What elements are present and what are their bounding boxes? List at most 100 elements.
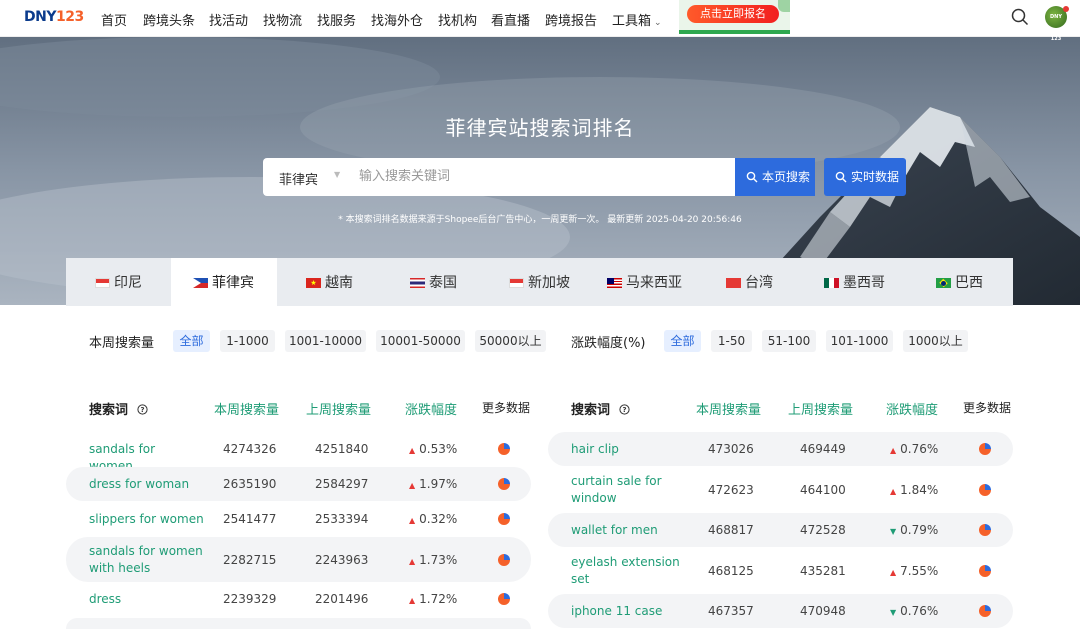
nav-item-services[interactable]: 找服务 [317, 10, 356, 29]
country-select[interactable]: 菲律宾 [279, 169, 318, 188]
chart-pie-icon[interactable] [498, 593, 510, 605]
table-row[interactable]: eyelash extension set 468125 435281 ▲7.5… [548, 548, 1013, 593]
chart-pie-icon[interactable] [498, 554, 510, 566]
nav-item-toolbox[interactable]: 工具箱⌄ [612, 10, 662, 29]
keyword-link[interactable]: sandals for women with heels [89, 543, 204, 577]
chart-pie-icon[interactable] [979, 484, 991, 496]
tab-label: 越南 [325, 275, 353, 291]
this-week-value: 472623 [708, 483, 754, 497]
tab-malaysia[interactable]: 马来西亚 [592, 258, 699, 306]
this-week-value: 467357 [708, 604, 754, 618]
tab-brazil[interactable]: 巴西 [910, 258, 1013, 306]
help-icon[interactable]: ? [137, 404, 148, 415]
keyword-link[interactable]: dress [89, 591, 199, 608]
tab-vietnam[interactable]: ★ 越南 [277, 258, 382, 306]
philippines-flag-icon [193, 278, 208, 288]
this-week-header[interactable]: 本周搜索量 [696, 399, 761, 418]
search-icon [835, 171, 847, 183]
volume-filter-50000-plus[interactable]: 50000以上 [475, 330, 546, 352]
country-tabs: 印尼 菲律宾 ★ 越南 泰国 新加坡 马来西亚 台湾 墨西哥 巴西 [66, 258, 1013, 306]
nav-item-events[interactable]: 找活动 [209, 10, 248, 29]
chart-pie-icon[interactable] [498, 513, 510, 525]
help-icon[interactable]: ? [619, 404, 630, 415]
change-value: ▲0.32% [409, 512, 457, 526]
last-week-value: 435281 [800, 564, 846, 578]
nav-item-live[interactable]: 看直播 [491, 10, 530, 29]
tab-taiwan[interactable]: 台湾 [699, 258, 804, 306]
nav-item-institutions[interactable]: 找机构 [438, 10, 477, 29]
change-filter-all[interactable]: 全部 [664, 330, 701, 352]
nav-item-reports[interactable]: 跨境报告 [545, 10, 597, 29]
page-title: 菲律宾站搜索词排名 [0, 112, 1080, 141]
volume-filter-all[interactable]: 全部 [173, 330, 210, 352]
tab-singapore[interactable]: 新加坡 [487, 258, 592, 306]
tab-label: 马来西亚 [626, 275, 682, 291]
register-now-button[interactable]: 点击立即报名 [687, 5, 779, 23]
tab-thailand[interactable]: 泰国 [382, 258, 487, 306]
change-header[interactable]: 涨跌幅度 [405, 399, 457, 418]
nav-item-home[interactable]: 首页 [101, 10, 127, 29]
keyword-link[interactable]: hair clip [571, 441, 681, 458]
thailand-flag-icon [410, 278, 425, 288]
chart-pie-icon[interactable] [979, 565, 991, 577]
arrow-down-icon: ▼ [890, 608, 896, 617]
keyword-header: 搜索词 ? [89, 399, 148, 418]
nav-item-headlines[interactable]: 跨境头条 [143, 10, 195, 29]
change-header[interactable]: 涨跌幅度 [886, 399, 938, 418]
last-week-header[interactable]: 上周搜索量 [306, 399, 371, 418]
volume-filter-1-1000[interactable]: 1-1000 [220, 330, 275, 352]
page-search-button[interactable]: 本页搜索 [735, 158, 815, 196]
chart-pie-icon[interactable] [979, 605, 991, 617]
chart-pie-icon[interactable] [498, 478, 510, 490]
keyword-link[interactable]: wallet for men [571, 522, 681, 539]
promo-banner[interactable]: 点击立即报名 [679, 0, 790, 34]
table-row[interactable]: wallet for men 468817 472528 ▼0.79% [548, 513, 1013, 547]
site-logo[interactable]: DNY123 [24, 9, 84, 25]
table-row[interactable]: sandals for women 4274326 4251840 ▲0.53% [66, 432, 531, 466]
svg-text:?: ? [140, 406, 144, 414]
vietnam-flag-icon: ★ [306, 278, 321, 288]
chart-pie-icon[interactable] [979, 443, 991, 455]
change-filter-101-1000[interactable]: 101-1000 [826, 330, 893, 352]
keyword-link[interactable]: slippers for women [89, 511, 214, 528]
last-week-value: 472528 [800, 523, 846, 537]
keyword-link[interactable]: iphone 11 case [571, 603, 681, 620]
caret-down-icon[interactable]: ▼ [334, 170, 340, 179]
change-filter-1000-plus[interactable]: 1000以上 [903, 330, 968, 352]
change-value: ▼0.79% [890, 523, 938, 537]
chart-pie-icon[interactable] [979, 524, 991, 536]
change-filter-label: 涨跌幅度(%) [571, 332, 646, 351]
volume-filter-1001-10000[interactable]: 1001-10000 [285, 330, 366, 352]
table-row[interactable]: dress 2239329 2201496 ▲1.72% [66, 583, 531, 617]
this-week-header[interactable]: 本周搜索量 [214, 399, 279, 418]
arrow-up-icon: ▲ [409, 596, 415, 605]
keyword-link[interactable]: eyelash extension set [571, 554, 681, 588]
keyword-link[interactable]: dress for woman [89, 476, 199, 493]
realtime-data-button[interactable]: 实时数据 [824, 158, 906, 196]
tab-mexico[interactable]: 墨西哥 [804, 258, 910, 306]
nav-item-overseas-warehouse[interactable]: 找海外仓 [371, 10, 423, 29]
table-row[interactable]: curtain sale for window 472623 464100 ▲1… [548, 467, 1013, 512]
last-week-header[interactable]: 上周搜索量 [788, 399, 853, 418]
change-value: ▲1.72% [409, 592, 457, 606]
volume-filter-10001-50000[interactable]: 10001-50000 [376, 330, 465, 352]
tab-indonesia[interactable]: 印尼 [66, 258, 171, 306]
this-week-value: 2282715 [223, 553, 276, 567]
tab-label: 泰国 [429, 275, 457, 291]
change-filter-51-100[interactable]: 51-100 [762, 330, 816, 352]
table-row[interactable]: dress for woman 2635190 2584297 ▲1.97% [66, 467, 531, 501]
volume-filter-label: 本周搜索量 [89, 332, 154, 351]
search-icon[interactable] [1010, 7, 1030, 27]
arrow-up-icon: ▲ [890, 446, 896, 455]
table-row[interactable]: hair clip 473026 469449 ▲0.76% [548, 432, 1013, 466]
table-row[interactable]: iphone 11 case 467357 470948 ▼0.76% [548, 594, 1013, 628]
nav-item-logistics[interactable]: 找物流 [263, 10, 302, 29]
table-row[interactable]: slippers for women 2541477 2533394 ▲0.32… [66, 502, 531, 536]
tab-philippines[interactable]: 菲律宾 [171, 258, 277, 306]
arrow-up-icon: ▲ [409, 446, 415, 455]
keyword-link[interactable]: curtain sale for window [571, 473, 671, 507]
search-input[interactable] [359, 169, 719, 184]
table-row[interactable]: sandals for women with heels 2282715 224… [66, 537, 531, 582]
change-filter-1-50[interactable]: 1-50 [711, 330, 752, 352]
chart-pie-icon[interactable] [498, 443, 510, 455]
